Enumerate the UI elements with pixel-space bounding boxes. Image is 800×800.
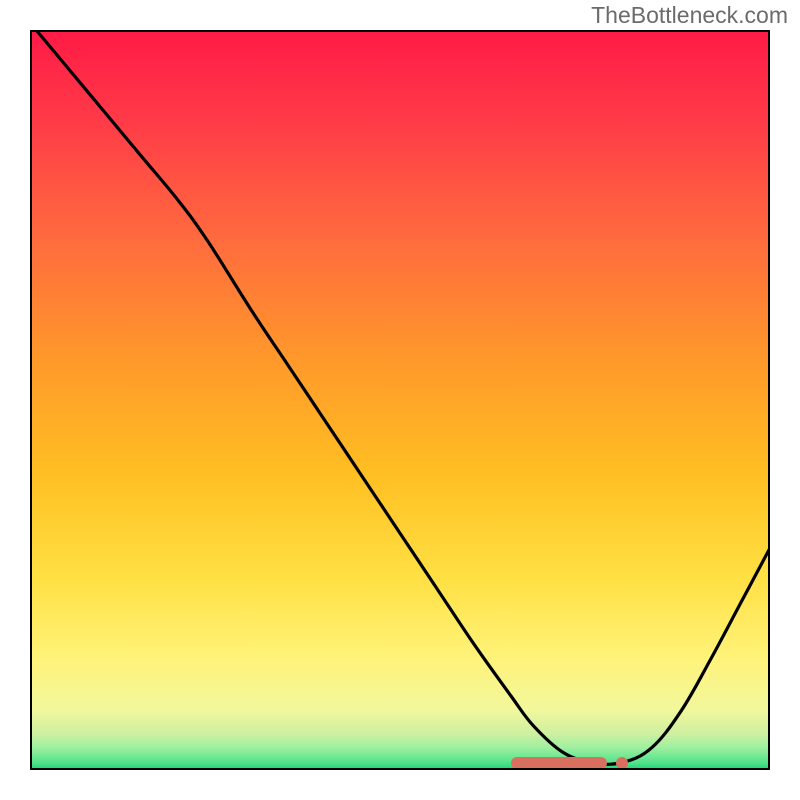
plot-area	[30, 30, 770, 770]
optimal-range-marker	[511, 757, 607, 769]
gradient-background	[30, 30, 770, 770]
chart-svg	[30, 30, 770, 770]
optimal-point-marker	[616, 757, 628, 769]
watermark-text: TheBottleneck.com	[591, 2, 788, 29]
